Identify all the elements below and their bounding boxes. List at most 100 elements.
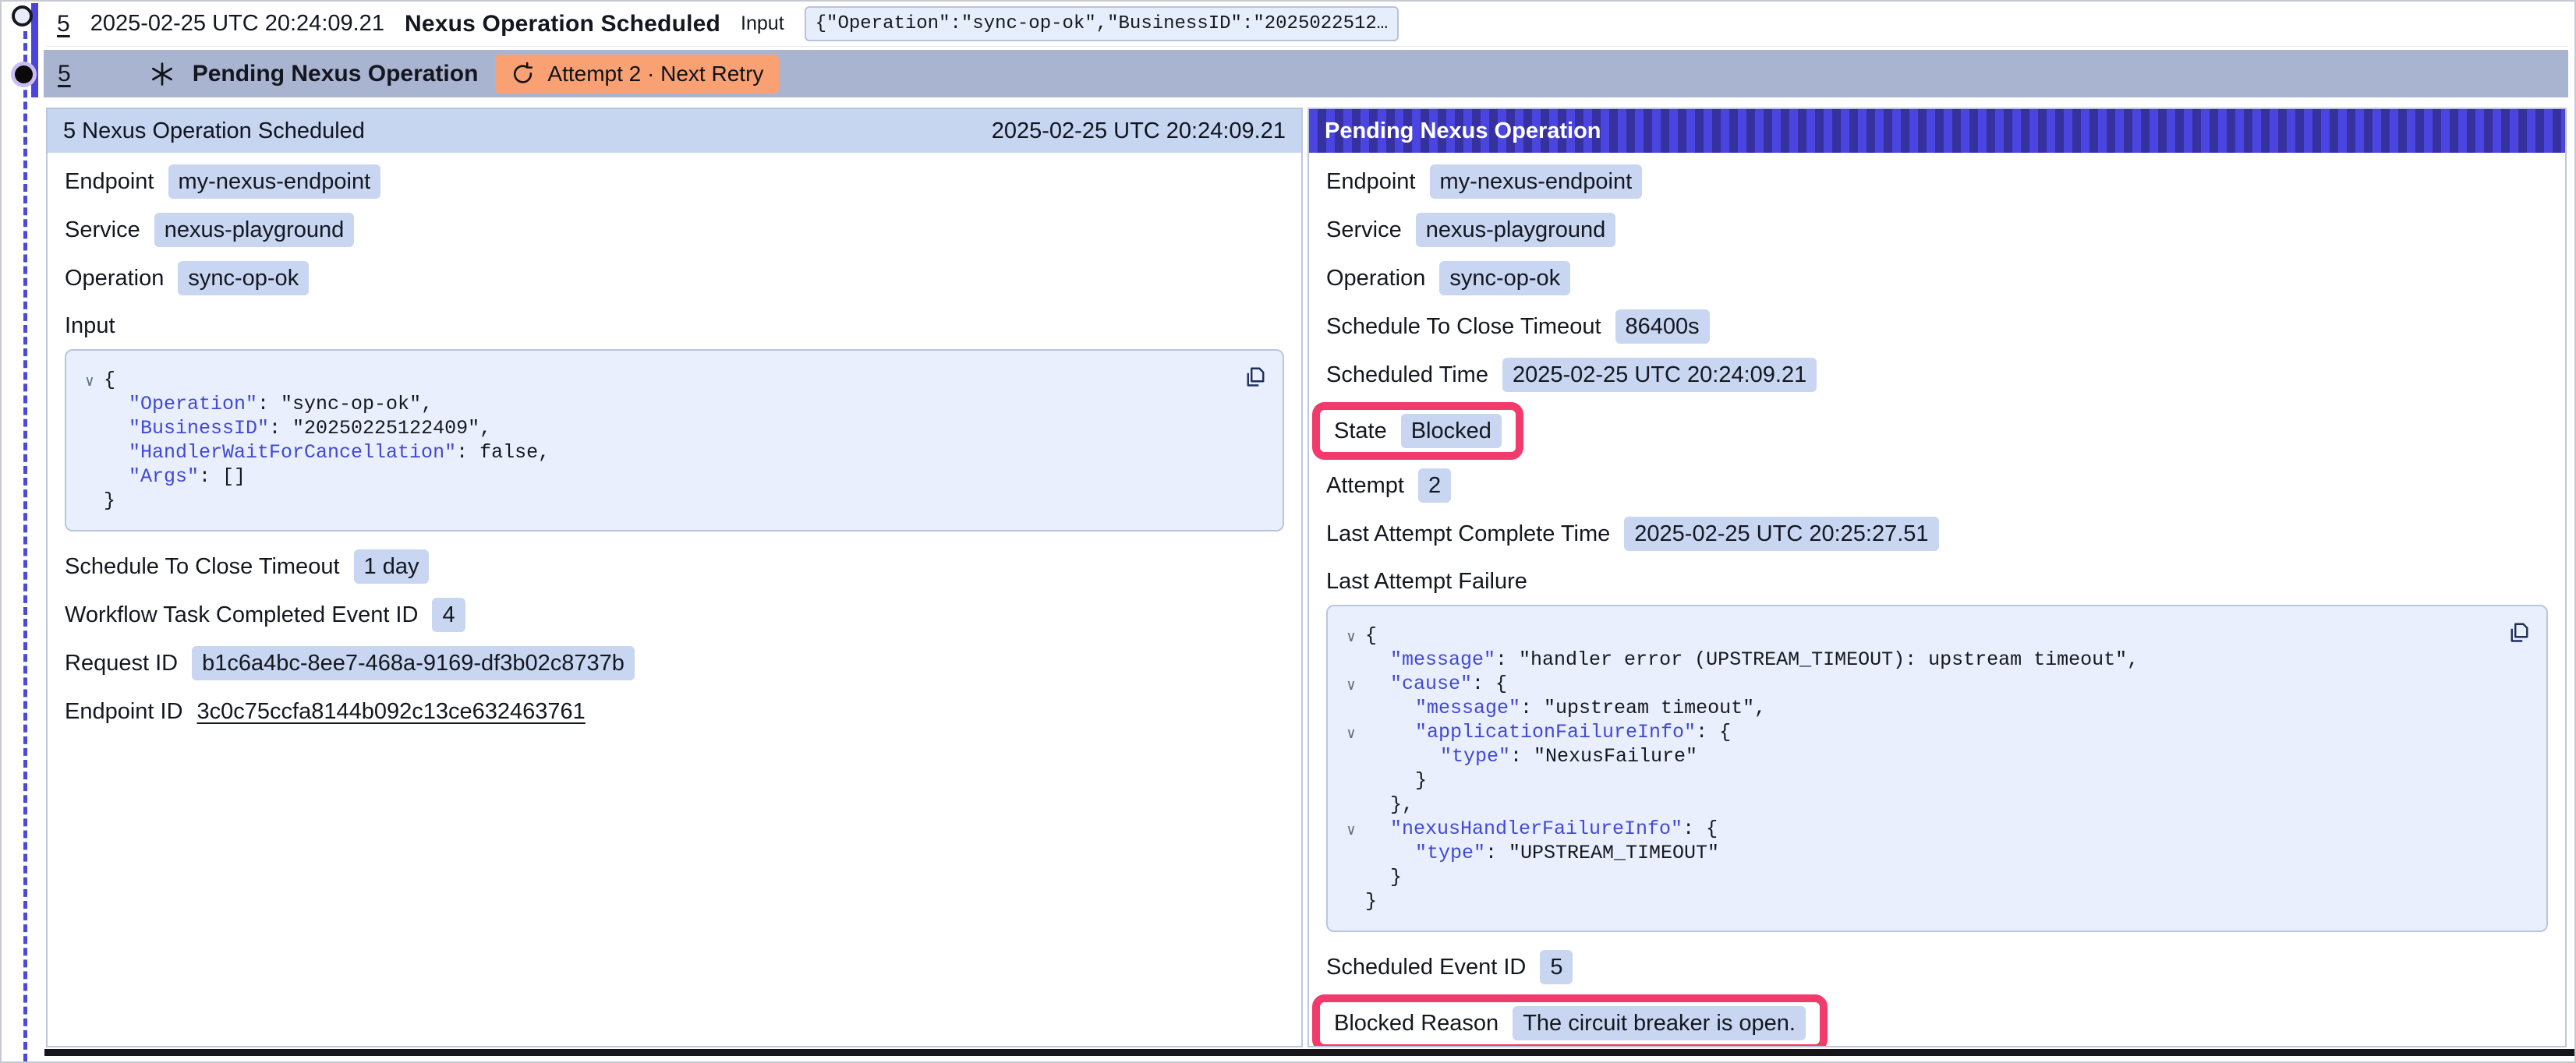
event-name: Nexus Operation Scheduled [405, 11, 720, 37]
service-value-chip: nexus-playground [154, 213, 355, 247]
endpoint-label: Endpoint [1326, 169, 1416, 195]
attempt-row: Attempt 2 [1326, 469, 2548, 502]
event-timestamp: 2025-02-25 UTC 20:24:09.21 [90, 11, 384, 37]
endpoint-value-chip: my-nexus-endpoint [1430, 164, 1643, 199]
copy-icon [1240, 363, 1269, 391]
event-row-nexus-operation-scheduled[interactable]: 5 2025-02-25 UTC 20:24:09.21 Nexus Opera… [46, 2, 2568, 47]
scheduled-panel-body: Endpoint my-nexus-endpoint Service nexus… [48, 153, 1301, 756]
code-line-text: } [1365, 889, 1377, 913]
timeline-open-marker-icon [12, 5, 33, 26]
scheduled-time-chip: 2025-02-25 UTC 20:24:09.21 [1502, 358, 1817, 392]
schedule-to-close-chip: 1 day [354, 549, 430, 584]
collapse-chevron-icon[interactable]: ∨ [1337, 722, 1365, 747]
code-gutter [1337, 747, 1365, 771]
code-line-text: "Operation": "sync-op-ok", [104, 392, 433, 416]
workflow-event-history-screen: 5 2025-02-25 UTC 20:24:09.21 Nexus Opera… [0, 0, 2576, 1063]
code-gutter [1337, 843, 1365, 867]
code-line-text: "nexusHandlerFailureInfo": { [1365, 817, 1718, 841]
code-gutter [76, 443, 104, 467]
endpoint-id-row: Endpoint ID 3c0c75ccfa8144b092c13ce63246… [65, 695, 1284, 728]
event-id-link[interactable]: 5 [57, 11, 70, 37]
event-id-link[interactable]: 5 [58, 61, 71, 87]
operation-label: Operation [65, 266, 164, 291]
endpoint-label: Endpoint [65, 169, 154, 195]
attempt-retry-badge-text: Attempt 2 · Next Retry [547, 62, 763, 87]
code-gutter [76, 394, 104, 418]
wft-completed-label: Workflow Task Completed Event ID [65, 602, 418, 628]
service-label: Service [1326, 217, 1402, 243]
timeline-connector-dashed-line [23, 31, 27, 1061]
attempt-retry-badge: Attempt 2 · Next Retry [495, 55, 779, 94]
attempt-value-chip: 2 [1418, 468, 1451, 503]
pending-panel-body: Endpoint my-nexus-endpoint Service nexus… [1309, 153, 2565, 1047]
code-line-text: }, [1365, 793, 1414, 817]
pending-panel-title: Pending Nexus Operation [1325, 118, 1601, 144]
state-value-chip: Blocked [1401, 414, 1502, 448]
blocked-reason-chip: The circuit breaker is open. [1513, 1006, 1806, 1040]
code-gutter [1337, 771, 1365, 795]
retry-icon [511, 62, 535, 86]
copy-icon [2504, 619, 2532, 647]
scheduled-panel-title: 5 Nexus Operation Scheduled [63, 118, 365, 144]
code-gutter [1337, 867, 1365, 892]
schedule-to-close-row: Schedule To Close Timeout 1 day [65, 550, 1284, 583]
scheduled-panel-timestamp: 2025-02-25 UTC 20:24:09.21 [992, 118, 1286, 144]
copy-button[interactable] [1239, 362, 1270, 395]
request-id-chip: b1c6a4bc-8ee7-468a-9169-df3b02c8737b [192, 646, 635, 680]
collapse-chevron-icon[interactable]: ∨ [1337, 626, 1365, 650]
input-section-label: Input [65, 310, 1284, 341]
service-row: Service nexus-playground [65, 214, 1284, 246]
code-gutter [1337, 698, 1365, 722]
code-line-text: } [1365, 865, 1402, 889]
blocked-reason-row: Blocked Reason The circuit breaker is op… [1334, 1007, 1806, 1040]
operation-label: Operation [1326, 266, 1425, 291]
scheduled-time-row: Scheduled Time 2025-02-25 UTC 20:24:09.2… [1326, 358, 2548, 391]
scheduled-event-id-label: Scheduled Event ID [1326, 955, 1526, 980]
code-gutter [76, 491, 104, 515]
collapse-chevron-icon[interactable]: ∨ [1337, 674, 1365, 698]
scheduled-event-id-chip: 5 [1540, 950, 1573, 984]
code-line-text: } [104, 489, 115, 513]
code-gutter [1337, 892, 1365, 916]
wft-completed-event-id-row: Workflow Task Completed Event ID 4 [65, 599, 1284, 631]
failure-json-viewer: ∨{"message": "handler error (UPSTREAM_TI… [1326, 605, 2548, 932]
pending-operation-detail-panel: Pending Nexus Operation Endpoint my-nexu… [1307, 108, 2567, 1047]
timeline-current-marker-icon [15, 65, 33, 83]
schedule-to-close-label: Schedule To Close Timeout [65, 554, 340, 580]
code-line-text: "message": "handler error (UPSTREAM_TIME… [1365, 648, 2139, 672]
collapse-chevron-icon[interactable]: ∨ [76, 370, 104, 394]
scheduled-event-detail-panel: 5 Nexus Operation Scheduled 2025-02-25 U… [46, 108, 1303, 1047]
code-line-text: "applicationFailureInfo": { [1365, 720, 1731, 744]
endpoint-id-link[interactable]: 3c0c75ccfa8144b092c13ce632463761 [197, 699, 586, 725]
code-line-text: "message": "upstream timeout", [1365, 696, 1766, 720]
attempt-label: Attempt [1326, 473, 1404, 499]
collapse-chevron-icon[interactable]: ∨ [1337, 819, 1365, 843]
endpoint-value-chip: my-nexus-endpoint [168, 164, 381, 199]
code-line-text: "HandlerWaitForCancellation": false, [104, 440, 550, 464]
code-line-text: "BusinessID": "20250225122409", [104, 416, 491, 440]
pending-event-title: Pending Nexus Operation [193, 61, 479, 87]
bottom-boundary-line [44, 1049, 2574, 1056]
code-line-text: "cause": { [1365, 672, 1507, 696]
endpoint-row: Endpoint my-nexus-endpoint [1326, 165, 2548, 198]
state-label: State [1334, 418, 1387, 444]
copy-button[interactable] [2503, 617, 2534, 651]
last-attempt-complete-label: Last Attempt Complete Time [1326, 521, 1610, 547]
input-json-viewer: ∨{"Operation": "sync-op-ok","BusinessID"… [65, 349, 1284, 532]
last-attempt-failure-label: Last Attempt Failure [1326, 566, 2548, 597]
input-label: Input [741, 12, 784, 35]
request-id-label: Request ID [65, 651, 178, 676]
event-detail-panels: 5 Nexus Operation Scheduled 2025-02-25 U… [46, 108, 2567, 1047]
event-row-pending-nexus-operation[interactable]: 5 Pending Nexus Operation Attempt 2 · Ne… [44, 50, 2568, 97]
code-line-text: "Args": [] [104, 464, 246, 489]
request-id-row: Request ID b1c6a4bc-8ee7-468a-9169-df3b0… [65, 647, 1284, 680]
state-row: State Blocked [1334, 415, 1502, 447]
schedule-to-close-label: Schedule To Close Timeout [1326, 314, 1601, 340]
blocked-reason-label: Blocked Reason [1334, 1011, 1499, 1037]
schedule-to-close-chip: 86400s [1615, 309, 1710, 344]
code-gutter [1337, 795, 1365, 819]
code-line-text: { [104, 368, 115, 392]
operation-row: Operation sync-op-ok [1326, 262, 2548, 295]
last-attempt-complete-chip: 2025-02-25 UTC 20:25:27.51 [1624, 517, 1938, 551]
scheduled-panel-header: 5 Nexus Operation Scheduled 2025-02-25 U… [48, 109, 1301, 153]
